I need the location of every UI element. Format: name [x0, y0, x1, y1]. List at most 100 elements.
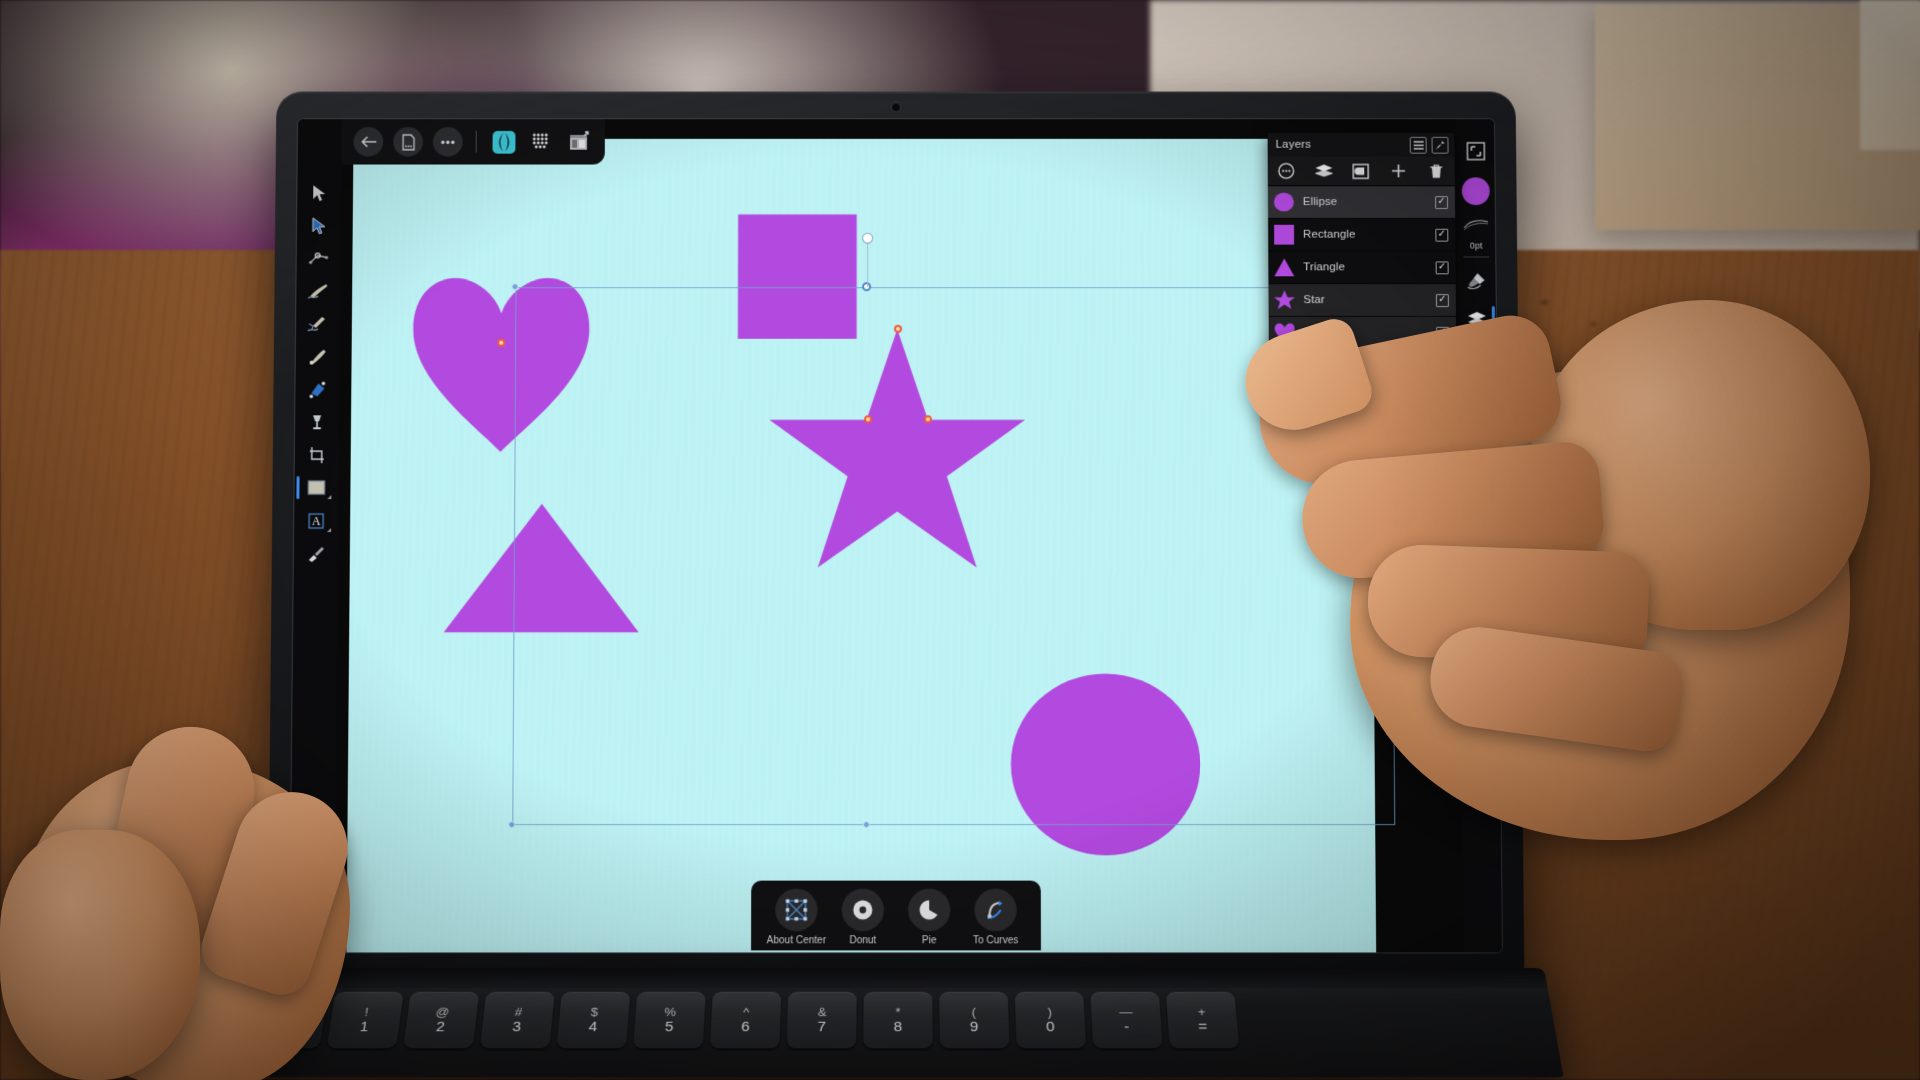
stroke-icon[interactable]	[1457, 212, 1495, 238]
context-toolbar: About Center Donut Pie To Curves	[751, 880, 1041, 951]
key-bottom: 9	[969, 1018, 979, 1036]
colour-swatch[interactable]	[1457, 170, 1495, 212]
key[interactable]: @2	[403, 991, 480, 1049]
rotation-handle[interactable]	[862, 233, 872, 243]
layer-row-background-rectangle[interactable]: Rectangle ✓	[1268, 349, 1457, 383]
more-icon[interactable]	[432, 127, 463, 157]
layer-row-triangle[interactable]: Triangle ✓	[1268, 251, 1456, 285]
key-bottom: 0	[1045, 1018, 1056, 1036]
donut-button[interactable]: Donut	[832, 888, 894, 946]
table-speck	[1540, 300, 1549, 305]
key[interactable]: & 7	[786, 991, 857, 1049]
key[interactable]: #3	[479, 991, 555, 1049]
key[interactable]: ) 0	[1014, 991, 1087, 1049]
key[interactable]: $4	[556, 991, 631, 1049]
persona-designer-icon[interactable]	[490, 128, 518, 156]
pin-icon[interactable]	[1431, 136, 1449, 154]
context-label: To Curves	[972, 935, 1019, 947]
selection-handle-tl[interactable]	[511, 282, 519, 290]
key[interactable]: — -	[1090, 991, 1163, 1049]
layer-mask-icon[interactable]	[1348, 159, 1374, 183]
layers-icon[interactable]	[1458, 300, 1496, 340]
selection-handle-bl[interactable]	[507, 820, 515, 828]
layer-visibility-checkbox[interactable]: ✓	[1436, 326, 1450, 340]
key-top: *	[895, 1004, 901, 1019]
layers-menu-icon[interactable]	[1409, 136, 1427, 154]
text-tool[interactable]: A	[294, 504, 338, 537]
corner-tool[interactable]	[297, 242, 341, 275]
current-fill-colour[interactable]	[1461, 177, 1490, 206]
to-curves-icon	[974, 888, 1017, 932]
rail-divider	[1463, 256, 1490, 258]
layer-add-icon[interactable]	[1386, 159, 1412, 183]
layer-stack-icon[interactable]	[1311, 159, 1337, 183]
key[interactable]: ! 1	[326, 991, 404, 1049]
key-bottom: 3	[511, 1018, 522, 1036]
to-curves-button[interactable]: To Curves	[964, 888, 1026, 947]
layer-delete-icon[interactable]	[1423, 159, 1449, 183]
key[interactable]: * 8	[863, 991, 933, 1049]
persona-pixel-icon[interactable]	[527, 128, 555, 156]
layer-thumbnail-ellipse	[1273, 191, 1295, 213]
document-canvas[interactable]	[346, 138, 1396, 953]
top-toolbar	[341, 119, 605, 165]
rectangle-tool[interactable]	[294, 471, 338, 504]
context-label: About Center	[766, 935, 827, 947]
layer-row-heart[interactable]: Heart ✓	[1268, 316, 1457, 350]
key-bottom: `	[284, 1018, 293, 1036]
paint-tool[interactable]	[294, 537, 338, 570]
key-top: ^	[742, 1004, 750, 1019]
layer-row-star[interactable]: Star ✓	[1268, 284, 1457, 317]
key[interactable]: ~ `	[249, 991, 329, 1049]
pie-button[interactable]: Pie	[898, 888, 960, 946]
key-bottom: 2	[435, 1018, 446, 1036]
persona-export-icon[interactable]	[565, 128, 593, 156]
key-bottom: 7	[817, 1018, 827, 1036]
back-arrow-icon[interactable]	[353, 127, 384, 157]
key[interactable]: (9	[939, 991, 1010, 1049]
vector-brush-tool[interactable]	[296, 340, 340, 373]
star-shape[interactable]	[769, 329, 1026, 568]
brush-icon[interactable]	[1457, 260, 1495, 300]
heart-shape[interactable]	[412, 278, 590, 452]
expand-icon[interactable]	[1456, 131, 1494, 170]
adjustment-icon[interactable]	[1459, 380, 1497, 420]
triangle-shape[interactable]	[443, 504, 639, 633]
layer-row-ellipse[interactable]: Ellipse ✓	[1267, 186, 1456, 219]
selection-handle-bm[interactable]	[862, 820, 870, 828]
about-center-button[interactable]: About Center	[765, 888, 827, 947]
layer-visibility-checkbox[interactable]: ✓	[1435, 293, 1449, 307]
layer-options-icon[interactable]	[1273, 159, 1299, 183]
node-tool[interactable]	[297, 209, 341, 242]
magnet-snapping-icon[interactable]	[296, 857, 330, 890]
keyboard-hinge	[250, 968, 1548, 989]
move-tool[interactable]	[297, 176, 341, 209]
star-node-left[interactable]	[863, 415, 872, 424]
layer-visibility-checkbox[interactable]: ✓	[1435, 195, 1449, 209]
key[interactable]: % 5	[633, 991, 706, 1049]
layer-thumbnail-heart	[1274, 322, 1296, 344]
key-bottom: 6	[740, 1018, 751, 1036]
key-top: !	[363, 1004, 370, 1019]
key-top: )	[1047, 1004, 1053, 1019]
layer-visibility-checkbox[interactable]: ✓	[1435, 260, 1449, 274]
pencil-tool[interactable]	[296, 307, 340, 340]
layer-row-rectangle[interactable]: Rectangle ✓	[1268, 218, 1456, 252]
trash-icon[interactable]	[305, 904, 320, 926]
fill-tool[interactable]	[295, 373, 339, 406]
pie-icon	[908, 888, 951, 932]
ellipse-shape[interactable]	[1010, 673, 1201, 856]
pen-tool[interactable]	[296, 274, 340, 307]
photo-scene: A 0pt Layers Ellipse ✓ Rectangle ✓ Trian…	[0, 0, 1920, 1080]
crop-tool[interactable]	[295, 438, 339, 471]
key[interactable]: + =	[1165, 991, 1240, 1049]
document-icon[interactable]	[393, 127, 424, 157]
stroke-width-value: 0pt	[1469, 240, 1483, 251]
ipad-device: A 0pt Layers Ellipse ✓ Rectangle ✓ Trian…	[267, 91, 1525, 991]
layer-visibility-checkbox[interactable]: ✓	[1435, 228, 1449, 242]
rectangle-shape[interactable]	[737, 214, 857, 339]
key[interactable]: ^ 6	[709, 991, 782, 1049]
close-icon[interactable]	[306, 823, 321, 843]
grid-icon[interactable]	[1458, 340, 1496, 380]
color-picker-tool[interactable]	[295, 405, 339, 438]
